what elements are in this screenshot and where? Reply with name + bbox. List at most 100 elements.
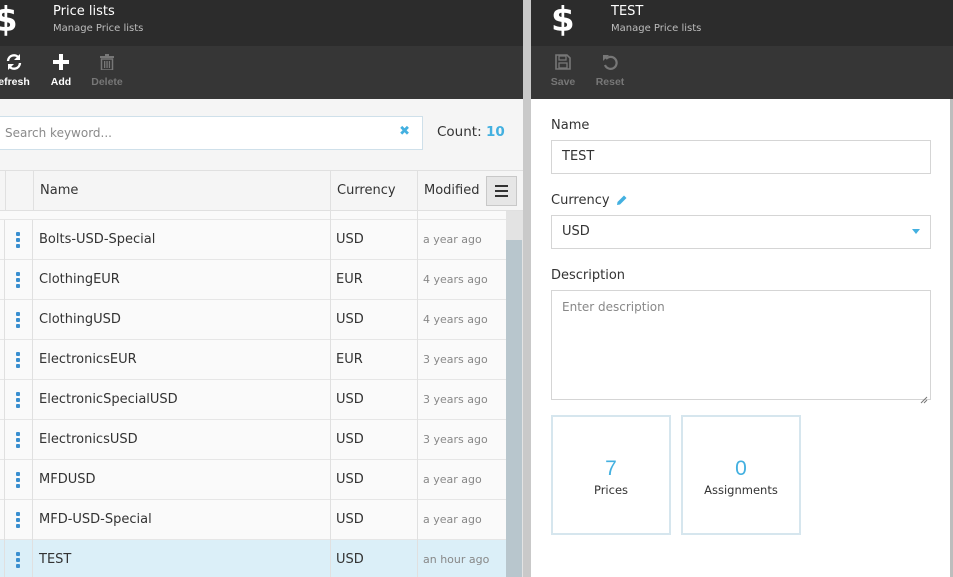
row-menu-button[interactable] [5,220,33,260]
currency-select-value: USD [562,224,590,239]
row-modified: an hour ago [423,553,490,566]
row-menu-button[interactable] [5,380,33,420]
refresh-icon [0,52,32,74]
more-vertical-icon [16,272,21,288]
row-modified: a year ago [423,473,482,486]
table-row[interactable]: ElectronicSpecialUSD USD 3 years ago [0,380,506,420]
row-modified: 3 years ago [423,353,488,366]
column-header-name[interactable]: Name [33,171,330,210]
currency-select[interactable]: USD [551,215,931,249]
assignments-label: Assignments [704,483,778,497]
row-name: MFDUSD [39,472,96,487]
price-list-detail-blade: $ TEST Manage Price lists Save Reset Nam… [531,0,953,577]
detail-blade-title: TEST [611,4,644,19]
description-label: Description [551,268,626,283]
more-vertical-icon [16,392,21,408]
row-modified: 4 years ago [423,273,488,286]
grid-body: Bolts-USD-Special USD a year ago ClothingEU… [0,211,506,577]
more-vertical-icon [16,232,21,248]
search-input[interactable] [5,117,385,149]
row-menu-button[interactable] [5,260,33,300]
row-name: ElectronicSpecialUSD [39,392,178,407]
row-name: ElectronicsUSD [39,432,138,447]
table-row[interactable]: TEST USD an hour ago [0,540,506,577]
prices-count: 7 [605,457,617,480]
column-divider [330,211,331,577]
more-vertical-icon [16,512,21,528]
edit-pencil-icon[interactable] [615,192,628,211]
dollar-icon: $ [0,0,18,40]
clear-search-icon[interactable]: ✖ [399,124,410,139]
table-row[interactable]: ClothingUSD USD 4 years ago [0,300,506,340]
resize-handle-icon[interactable] [920,389,928,404]
assignments-widget[interactable]: 0 Assignments [681,415,801,535]
table-row[interactable]: ElectronicsEUR EUR 3 years ago [0,340,506,380]
dollar-icon: $ [551,0,575,40]
undo-icon [594,52,626,74]
save-button[interactable]: Save [549,46,577,99]
price-lists-blade: $ Price lists Manage Price lists efresh [0,0,523,577]
reset-button[interactable]: Reset [594,46,626,99]
description-field[interactable] [552,291,930,399]
grid-menu-button[interactable] [486,176,517,206]
reset-label: Reset [595,76,625,88]
row-modified: a year ago [423,513,482,526]
more-vertical-icon [16,552,21,568]
table-row[interactable]: MFD-USD-Special USD a year ago [0,500,506,540]
save-label: Save [550,76,576,88]
row-currency: USD [336,432,364,447]
row-menu-button[interactable] [5,500,33,540]
row-menu-button[interactable] [5,460,33,500]
more-vertical-icon [16,312,21,328]
count-label: Count: [437,124,482,140]
row-name: TEST [39,552,72,567]
blade-divider [523,0,531,577]
column-divider [417,211,418,577]
count-indicator: Count: 10 [437,124,505,140]
currency-label: Currency [551,193,610,208]
row-currency: USD [336,312,364,327]
row-currency: USD [336,512,364,527]
add-label: Add [50,76,72,88]
table-row[interactable]: ElectronicsUSD USD 3 years ago [0,420,506,460]
description-field-wrap [551,290,931,404]
grid-scrollbar-thumb[interactable] [506,240,522,577]
blade-subtitle: Manage Price lists [53,23,144,34]
partial-row [0,211,506,220]
table-row[interactable]: MFDUSD USD a year ago [0,460,506,500]
delete-button[interactable]: Delete [88,46,126,99]
table-row[interactable]: ClothingEUR EUR 4 years ago [0,260,506,300]
add-button[interactable]: Add [47,46,75,99]
column-header-currency[interactable]: Currency [330,171,417,210]
detail-blade-header: $ TEST Manage Price lists [531,0,953,46]
row-menu-button[interactable] [5,340,33,380]
row-modified: 3 years ago [423,393,488,406]
row-currency: USD [336,552,364,567]
search-box: ✖ [0,116,423,150]
table-row[interactable]: Bolts-USD-Special USD a year ago [0,220,506,260]
row-currency: EUR [336,352,363,367]
column-header-modified[interactable]: Modified [417,171,486,210]
row-menu-button[interactable] [5,420,33,460]
grid-header: Name Currency Modified [0,170,523,211]
row-currency: EUR [336,272,363,287]
grid-header-menu-col [5,171,33,210]
prices-widget[interactable]: 7 Prices [551,415,671,535]
row-menu-button[interactable] [5,300,33,340]
assignments-count: 0 [735,457,747,480]
chevron-down-icon [912,229,920,234]
row-modified: a year ago [423,233,482,246]
detail-blade-subtitle: Manage Price lists [611,23,702,34]
count-value: 10 [485,124,505,140]
name-field[interactable]: TEST [551,140,931,174]
detail-toolbar: Save Reset [531,46,953,99]
blade-header: $ Price lists Manage Price lists [0,0,523,46]
prices-label: Prices [593,483,629,497]
row-name: ClothingUSD [39,312,121,327]
refresh-label: efresh [0,76,30,88]
refresh-button[interactable]: efresh [0,46,32,99]
row-name: MFD-USD-Special [39,512,152,527]
row-modified: 3 years ago [423,433,488,446]
row-currency: USD [336,232,364,247]
row-menu-button[interactable] [5,540,33,577]
